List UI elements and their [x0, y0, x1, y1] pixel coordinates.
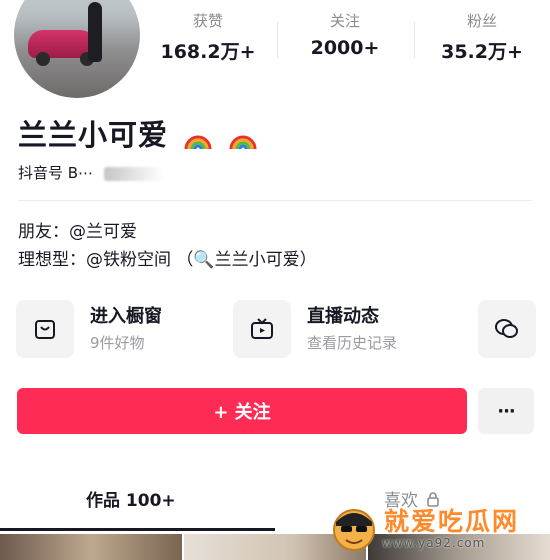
stat-followers[interactable]: 粉丝 35.2万+: [414, 0, 550, 64]
profile-stats: 获赞 168.2万+ 关注 2000+ 粉丝 35.2万+: [140, 0, 550, 80]
rainbow-icon: [229, 135, 257, 150]
section-divider: [18, 200, 532, 201]
live-feed-card[interactable]: 直播动态 查看历史记录: [233, 298, 463, 358]
bio: 朋友：@兰可爱 理想型：@铁粉空间 （🔍兰兰小可爱）: [18, 218, 317, 274]
tab-works[interactable]: 作品 100+: [86, 486, 176, 511]
stat-label: 粉丝: [466, 12, 497, 30]
douyin-id-row[interactable]: 抖音号 B⋯: [18, 162, 164, 183]
feature-cards: 进入橱窗 9件好物 直播动态 查看历史记录: [16, 298, 536, 362]
rainbow-icon: [184, 135, 212, 150]
shop-window-icon: [35, 320, 55, 339]
mascot-logo-icon: [333, 509, 375, 551]
avatar[interactable]: [14, 0, 140, 98]
chat-card[interactable]: [478, 298, 536, 358]
more-button[interactable]: ···: [478, 388, 534, 434]
stat-value: 35.2万+: [441, 41, 523, 63]
avatar-photo-wheel: [36, 52, 50, 66]
live-feed-title: 直播动态: [307, 306, 379, 327]
stat-label: 关注: [329, 12, 360, 30]
profile-name-text: 兰兰小可爱: [18, 118, 169, 152]
watermark-url: www.ya92.com: [382, 536, 486, 550]
stat-value: 2000+: [310, 37, 380, 59]
shop-window-icon-box: [16, 300, 74, 358]
shop-window-subtitle: 9件好物: [90, 334, 145, 352]
tv-icon-box: [233, 300, 291, 358]
douyin-id-label: 抖音号: [18, 164, 64, 182]
site-watermark: 就爱吃瓜网 www.ya92.com: [322, 498, 550, 560]
shop-window-card[interactable]: 进入橱窗 9件好物: [16, 298, 216, 358]
stat-value: 168.2万+: [160, 41, 256, 63]
tv-icon: [251, 318, 273, 339]
stat-likes[interactable]: 获赞 168.2万+: [140, 0, 276, 64]
stat-following[interactable]: 关注 2000+: [277, 0, 413, 59]
chat-icon-box: [478, 300, 536, 358]
more-dots-icon: ···: [497, 400, 515, 422]
bio-ideal-line[interactable]: 理想型：@铁粉空间 （🔍兰兰小可爱）: [18, 246, 317, 274]
shop-window-title: 进入橱窗: [90, 306, 162, 327]
douyin-id-blurred: [103, 166, 164, 181]
watermark-title: 就爱吃瓜网: [384, 507, 520, 536]
douyin-id-value: B⋯: [67, 164, 94, 182]
video-thumbnail[interactable]: [0, 534, 182, 560]
tab-active-underline: [0, 528, 275, 531]
chat-bubble-icon: [495, 319, 518, 338]
live-feed-subtitle: 查看历史记录: [307, 334, 398, 352]
stat-label: 获赞: [192, 12, 223, 30]
profile-name: 兰兰小可爱: [18, 112, 258, 154]
follow-button[interactable]: + 关注: [17, 388, 467, 434]
avatar-photo-person: [88, 2, 102, 62]
bio-friend-line[interactable]: 朋友：@兰可爱: [18, 218, 317, 246]
